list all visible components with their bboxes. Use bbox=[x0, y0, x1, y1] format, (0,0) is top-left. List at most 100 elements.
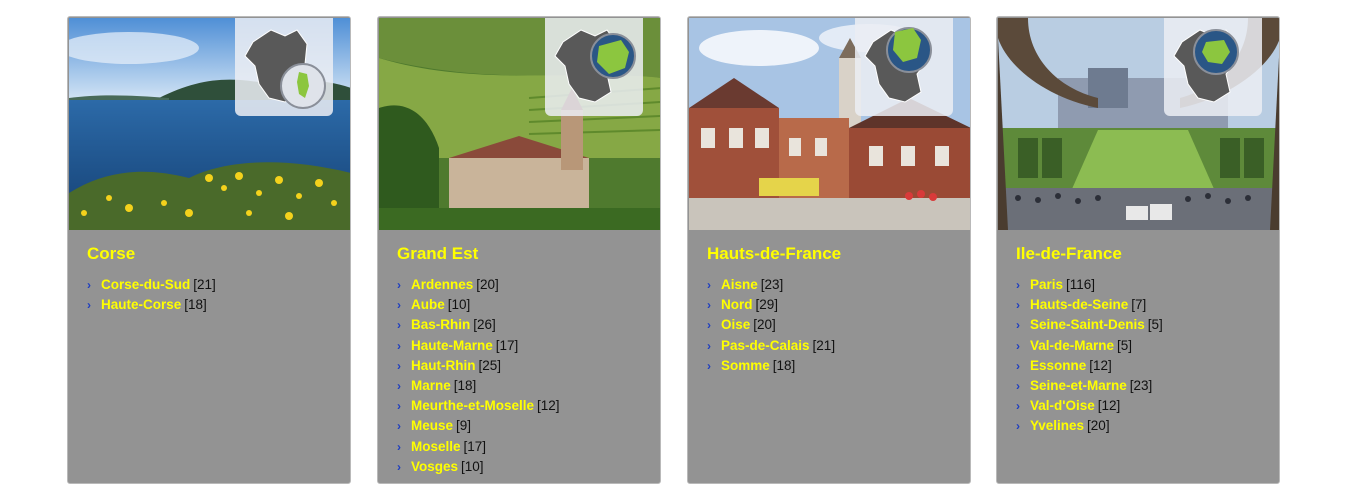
list-item: › Hauts-de-Seine [7] bbox=[1016, 295, 1163, 315]
list-item: › Seine-et-Marne [23] bbox=[1016, 376, 1163, 396]
france-map-icon bbox=[1164, 18, 1262, 116]
department-link[interactable]: Val-de-Marne bbox=[1030, 337, 1114, 355]
chevron-right-icon: › bbox=[1016, 399, 1020, 414]
department-list: › Paris [116] › Hauts-de-Seine [7] › Seine-Sa… bbox=[1016, 275, 1163, 437]
department-count: [9] bbox=[456, 418, 472, 434]
list-item: › Seine-Saint-Denis [5] bbox=[1016, 315, 1163, 335]
list-item: › Bas-Rhin [26] bbox=[397, 315, 560, 335]
department-link[interactable]: Hauts-de-Seine bbox=[1030, 296, 1128, 314]
france-map-icon bbox=[235, 18, 333, 116]
chevron-right-icon: › bbox=[1016, 318, 1020, 333]
department-count: [20] bbox=[753, 317, 776, 333]
department-count: [5] bbox=[1147, 317, 1163, 333]
list-item: › Corse-du-Sud [21] bbox=[87, 275, 216, 295]
department-link[interactable]: Oise bbox=[721, 316, 750, 334]
chevron-right-icon: › bbox=[1016, 358, 1020, 373]
region-photo-corse[interactable] bbox=[69, 18, 350, 230]
department-link[interactable]: Aube bbox=[411, 296, 445, 314]
chevron-right-icon: › bbox=[707, 318, 711, 333]
chevron-right-icon: › bbox=[397, 379, 401, 394]
region-photo-grand-est[interactable] bbox=[379, 18, 660, 230]
list-item: › Marne [18] bbox=[397, 376, 560, 396]
department-count: [18] bbox=[184, 297, 207, 313]
department-link[interactable]: Ardennes bbox=[411, 276, 473, 294]
department-count: [26] bbox=[473, 317, 496, 333]
region-photo-hauts-de-france[interactable] bbox=[689, 18, 970, 230]
list-item: › Ardennes [20] bbox=[397, 275, 560, 295]
department-link[interactable]: Corse-du-Sud bbox=[101, 276, 190, 294]
department-count: [17] bbox=[495, 337, 519, 353]
department-list: › Ardennes [20] › Aube [10] › Bas-Rhin [26] › H… bbox=[397, 275, 560, 477]
department-link[interactable]: Bas-Rhin bbox=[411, 316, 470, 334]
department-count: [29] bbox=[755, 297, 779, 313]
chevron-right-icon: › bbox=[707, 338, 711, 353]
chevron-right-icon: › bbox=[1016, 338, 1020, 353]
chevron-right-icon: › bbox=[397, 399, 401, 414]
department-count: [23] bbox=[760, 277, 784, 293]
department-count: [10] bbox=[461, 458, 484, 474]
department-count: [10] bbox=[447, 297, 471, 313]
chevron-right-icon: › bbox=[707, 358, 711, 373]
chevron-right-icon: › bbox=[397, 459, 401, 474]
chevron-right-icon: › bbox=[707, 298, 711, 313]
department-link[interactable]: Essonne bbox=[1030, 357, 1086, 375]
department-link[interactable]: Aisne bbox=[721, 276, 758, 294]
department-count: [18] bbox=[772, 357, 796, 373]
france-map-icon bbox=[855, 18, 953, 116]
region-title[interactable]: Corse bbox=[87, 244, 135, 264]
department-count: [12] bbox=[537, 398, 560, 414]
department-list: › Aisne [23] › Nord [29] › Oise [20] › Pas-de-C… bbox=[707, 275, 835, 376]
list-item: › Aube [10] bbox=[397, 295, 560, 315]
department-link[interactable]: Val-d'Oise bbox=[1030, 397, 1095, 415]
department-count: [21] bbox=[193, 277, 216, 293]
department-link[interactable]: Yvelines bbox=[1030, 417, 1084, 435]
department-link[interactable]: Haut-Rhin bbox=[411, 357, 476, 375]
list-item: › Pas-de-Calais [21] bbox=[707, 336, 835, 356]
region-card-grand-est: Grand Est › Ardennes [20] › Aube [10] › Bas-R… bbox=[377, 16, 661, 484]
region-card-hauts-de-france: Hauts-de-France › Aisne [23] › Nord [29] › Oi… bbox=[687, 16, 971, 484]
department-link[interactable]: Pas-de-Calais bbox=[721, 337, 810, 355]
department-link[interactable]: Moselle bbox=[411, 438, 461, 456]
chevron-right-icon: › bbox=[1016, 379, 1020, 394]
list-item: › Meuse [9] bbox=[397, 416, 560, 436]
department-link[interactable]: Seine-Saint-Denis bbox=[1030, 316, 1145, 334]
department-count: [18] bbox=[453, 378, 477, 394]
department-count: [12] bbox=[1097, 398, 1121, 414]
chevron-right-icon: › bbox=[1016, 419, 1020, 434]
department-link[interactable]: Meurthe-et-Moselle bbox=[411, 397, 534, 415]
france-map-icon bbox=[545, 18, 643, 116]
list-item: › Oise [20] bbox=[707, 315, 835, 335]
department-link[interactable]: Nord bbox=[721, 296, 753, 314]
department-link[interactable]: Somme bbox=[721, 357, 770, 375]
department-link[interactable]: Marne bbox=[411, 377, 451, 395]
chevron-right-icon: › bbox=[397, 298, 401, 313]
department-count: [12] bbox=[1089, 357, 1112, 373]
department-count: [20] bbox=[476, 277, 499, 293]
list-item: › Moselle [17] bbox=[397, 437, 560, 457]
list-item: › Nord [29] bbox=[707, 295, 835, 315]
department-count: [7] bbox=[1131, 297, 1147, 313]
department-link[interactable]: Paris bbox=[1030, 276, 1063, 294]
department-link[interactable]: Vosges bbox=[411, 458, 458, 476]
chevron-right-icon: › bbox=[1016, 298, 1020, 313]
chevron-right-icon: › bbox=[397, 318, 401, 333]
department-count: [25] bbox=[478, 357, 502, 373]
department-count: [116] bbox=[1066, 277, 1096, 293]
list-item: › Paris [116] bbox=[1016, 275, 1163, 295]
department-count: [20] bbox=[1087, 418, 1110, 434]
chevron-right-icon: › bbox=[397, 338, 401, 353]
list-item: › Val-d'Oise [12] bbox=[1016, 396, 1163, 416]
department-link[interactable]: Seine-et-Marne bbox=[1030, 377, 1127, 395]
region-title[interactable]: Ile-de-France bbox=[1016, 244, 1122, 264]
list-item: › Aisne [23] bbox=[707, 275, 835, 295]
department-link[interactable]: Meuse bbox=[411, 417, 453, 435]
list-item: › Essonne [12] bbox=[1016, 356, 1163, 376]
department-link[interactable]: Haute-Corse bbox=[101, 296, 181, 314]
department-link[interactable]: Haute-Marne bbox=[411, 337, 493, 355]
region-title[interactable]: Grand Est bbox=[397, 244, 478, 264]
region-photo-ile-de-france[interactable] bbox=[998, 18, 1279, 230]
region-title[interactable]: Hauts-de-France bbox=[707, 244, 841, 264]
chevron-right-icon: › bbox=[397, 439, 401, 454]
region-card-ile-de-france: Ile-de-France › Paris [116] › Hauts-de-Sein… bbox=[996, 16, 1280, 484]
list-item: › Somme [18] bbox=[707, 356, 835, 376]
